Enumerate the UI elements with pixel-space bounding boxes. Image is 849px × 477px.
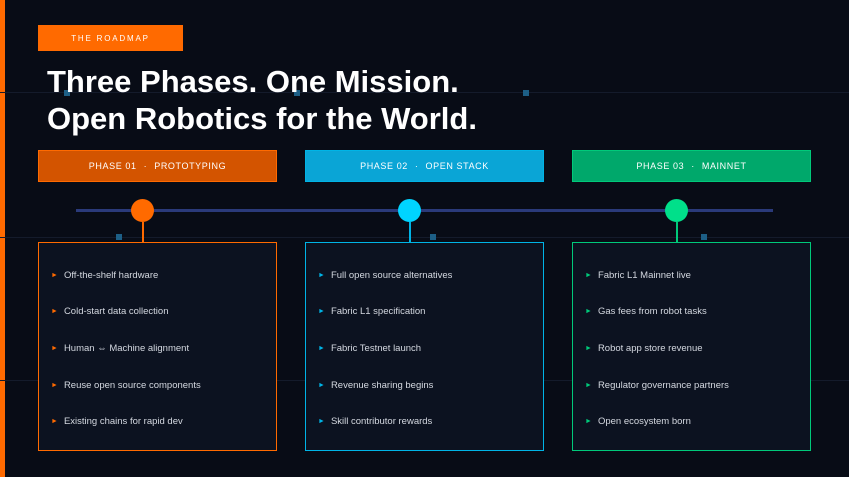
- list-item: ► Cold-start data collection: [51, 294, 276, 331]
- phase-3-list: ► Fabric L1 Mainnet live ► Gas fees from r…: [573, 243, 810, 440]
- list-item-text: Fabric L1 specification: [330, 306, 426, 318]
- phase-3-name: MAINNET: [701, 161, 747, 171]
- list-item: ► Full open source alternatives: [318, 257, 543, 294]
- list-item: ► Robot app store revenue: [585, 330, 810, 367]
- list-item-text: Reuse open source components: [63, 379, 201, 391]
- bullet-arrow-icon: ►: [585, 308, 592, 316]
- title-line-1: Three Phases. One Mission.: [47, 64, 459, 99]
- bullet-arrow-icon: ►: [318, 418, 325, 426]
- page-title: Three Phases. One Mission. Open Robotics…: [47, 63, 647, 137]
- list-item: ► Human ⇔ Machine alignment: [51, 330, 276, 367]
- accent-bar: [0, 0, 5, 477]
- list-item: ► Open ecosystem born: [585, 403, 810, 440]
- bullet-arrow-icon: ►: [585, 418, 592, 426]
- phase-2-name: OPEN STACK: [425, 161, 489, 171]
- section-tag: THE ROADMAP: [38, 25, 183, 51]
- list-item-text: Cold-start data collection: [63, 306, 169, 318]
- phase-2-card: ► Full open source alternatives ► Fabric L…: [305, 242, 544, 451]
- bullet-arrow-icon: ►: [585, 381, 592, 389]
- phase-3-connector: [676, 222, 678, 243]
- list-item: ► Gas fees from robot tasks: [585, 294, 810, 331]
- phase-3-card: ► Fabric L1 Mainnet live ► Gas fees from r…: [572, 242, 811, 451]
- bullet-arrow-icon: ►: [51, 308, 58, 316]
- list-item-text: Human ⇔ Machine alignment: [63, 342, 190, 354]
- roadmap-slide: THE ROADMAP Three Phases. One Mission. O…: [0, 0, 849, 477]
- grid-line: [0, 237, 849, 238]
- bullet-arrow-icon: ►: [318, 344, 325, 352]
- bullet-arrow-icon: ►: [318, 381, 325, 389]
- list-item-text: Regulator governance partners: [597, 379, 729, 391]
- phase-2-connector: [409, 222, 411, 243]
- phase-2-list: ► Full open source alternatives ► Fabric L…: [306, 243, 543, 440]
- phase-1-list: ► Off-the-shelf hardware ► Cold-start data…: [39, 243, 276, 440]
- list-item-text: Existing chains for rapid dev: [63, 416, 183, 428]
- bullet-arrow-icon: ►: [585, 344, 592, 352]
- phase-3-separator: ·: [691, 161, 695, 171]
- list-item-text: Skill contributor rewards: [330, 416, 433, 428]
- list-item-text: Open ecosystem born: [597, 416, 691, 428]
- bullet-arrow-icon: ►: [585, 271, 592, 279]
- list-item: ► Regulator governance partners: [585, 367, 810, 404]
- list-item-text: Robot app store revenue: [597, 342, 703, 354]
- list-item: ► Revenue sharing begins: [318, 367, 543, 404]
- list-item-text: Revenue sharing begins: [330, 379, 434, 391]
- bullet-arrow-icon: ►: [318, 271, 325, 279]
- list-item: ► Skill contributor rewards: [318, 403, 543, 440]
- list-item: ► Existing chains for rapid dev: [51, 403, 276, 440]
- list-item-text: Fabric Testnet launch: [330, 342, 422, 354]
- list-item: ► Fabric L1 Mainnet live: [585, 257, 810, 294]
- title-line-2: Open Robotics for the World.: [47, 101, 477, 136]
- bullet-arrow-icon: ►: [51, 344, 58, 352]
- phase-1-name: PROTOTYPING: [154, 161, 227, 171]
- phase-3-number: PHASE 03: [636, 161, 685, 171]
- phase-1-card: ► Off-the-shelf hardware ► Cold-start data…: [38, 242, 277, 451]
- list-item-text: Full open source alternatives: [330, 269, 453, 281]
- list-item-text: Gas fees from robot tasks: [597, 306, 707, 318]
- list-item: ► Fabric Testnet launch: [318, 330, 543, 367]
- bullet-arrow-icon: ►: [318, 308, 325, 316]
- phase-3-node: [665, 199, 688, 222]
- list-item: ► Off-the-shelf hardware: [51, 257, 276, 294]
- bullet-arrow-icon: ►: [51, 271, 58, 279]
- list-item: ► Fabric L1 specification: [318, 294, 543, 331]
- bullet-arrow-icon: ►: [51, 381, 58, 389]
- phase-2-node: [398, 199, 421, 222]
- phase-1-node: [131, 199, 154, 222]
- phase-2-number: PHASE 02: [360, 161, 408, 171]
- grid-dot: [701, 234, 707, 240]
- phase-2-header: PHASE 02 · OPEN STACK: [305, 150, 544, 182]
- grid-dot: [430, 234, 436, 240]
- phase-2-separator: ·: [414, 161, 419, 171]
- phase-1-number: PHASE 01: [88, 161, 137, 171]
- list-item: ► Reuse open source components: [51, 367, 276, 404]
- list-item-text: Off-the-shelf hardware: [63, 269, 159, 281]
- list-item-text: Fabric L1 Mainnet live: [597, 269, 691, 281]
- phase-1-connector: [142, 222, 144, 243]
- phase-1-separator: ·: [143, 161, 148, 171]
- grid-dot: [116, 234, 122, 240]
- phase-1-header: PHASE 01 · PROTOTYPING: [38, 150, 277, 182]
- phase-3-header: PHASE 03 · MAINNET: [572, 150, 811, 182]
- bullet-arrow-icon: ►: [51, 418, 58, 426]
